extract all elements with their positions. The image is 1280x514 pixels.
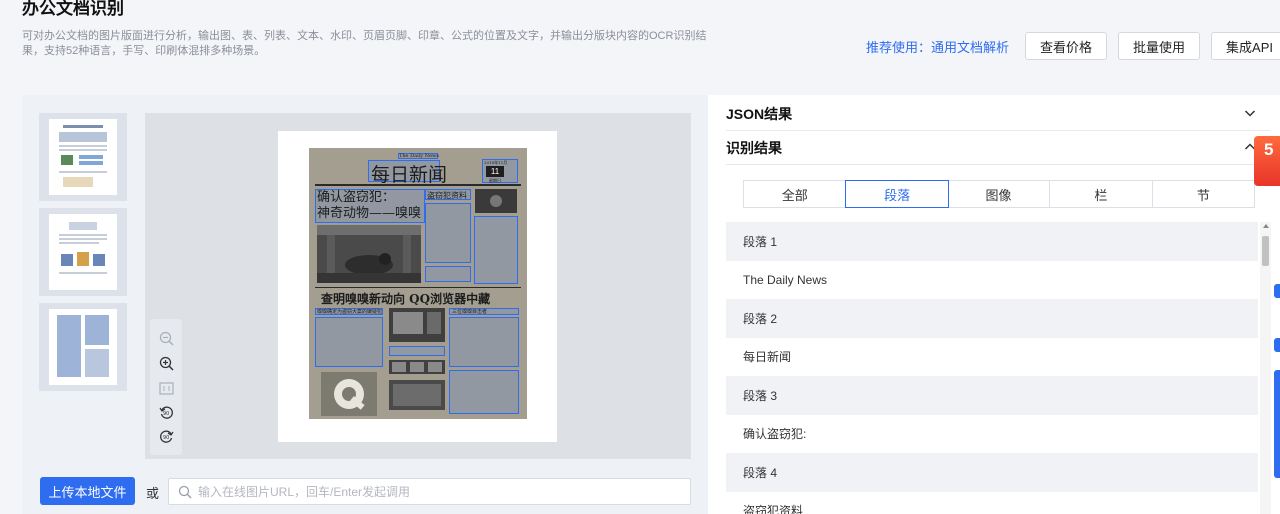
fit-original-icon[interactable] xyxy=(159,381,174,396)
date-day: 11 xyxy=(486,166,504,177)
page-thumbnail-2[interactable] xyxy=(39,208,127,296)
center-strip xyxy=(389,360,445,374)
divider xyxy=(315,287,521,288)
scroll-up-arrow[interactable] xyxy=(1263,224,1269,228)
headline-2: 神奇动物——嗅嗅 xyxy=(317,206,422,221)
paragraph-header: 段落 1 xyxy=(726,222,1258,261)
zoom-in-icon[interactable] xyxy=(159,356,174,371)
sub-title-1: 嗅嗅确定为盗窃大案的嫌疑犯 xyxy=(317,309,383,315)
batch-use-button[interactable]: 批量使用 xyxy=(1118,32,1201,60)
main-photo xyxy=(317,225,421,283)
floating-tool-tab[interactable] xyxy=(1274,338,1280,352)
sub-title-2: 三位嗅嗅目击者 xyxy=(452,309,488,315)
ocr-box xyxy=(389,346,445,356)
svg-text:90: 90 xyxy=(163,435,169,441)
thumbnail-page xyxy=(49,214,117,290)
scrollbar-thumb[interactable] xyxy=(1262,236,1269,266)
paragraph-text: 盗窃犯资料 xyxy=(743,504,804,514)
page-description: 可对办公文档的图片版面进行分析，输出图、表、列表、文本、水印、页眉页脚、印章、公… xyxy=(22,30,707,57)
chevron-down-icon[interactable] xyxy=(1244,107,1256,119)
headline-3: 查明嗅嗅新动向 QQ浏览器中藏 xyxy=(321,292,491,306)
thumbnail-page xyxy=(49,309,117,385)
result-type-tabs: 全部 段落 图像 栏 节 xyxy=(743,180,1255,208)
url-input-box[interactable] xyxy=(168,478,691,505)
thumbnail-page xyxy=(49,119,117,195)
paragraph-header: 段落 3 xyxy=(726,376,1258,415)
header-actions: 推荐使用：通用文档解析 查看价格 批量使用 集成API xyxy=(866,32,1280,60)
ocr-box xyxy=(315,317,383,367)
ocr-box xyxy=(449,317,519,367)
ocr-box xyxy=(449,370,519,414)
recommend-link[interactable]: 通用文档解析 xyxy=(931,40,1009,55)
upload-local-file-button[interactable]: 上传本地文件 xyxy=(40,477,135,505)
ocr-result-section[interactable]: 识别结果 xyxy=(726,131,1270,165)
or-label: 或 xyxy=(146,486,160,501)
result-list: 段落 1 The Daily News 段落 2 每日新闻 段落 3 确认盗窃犯… xyxy=(726,222,1258,514)
page-title: 办公文档识别 xyxy=(22,0,124,18)
document-page: The Daily News 每日新闻 2018年11月 11 星期日 确认盗窃… xyxy=(278,131,557,442)
paragraph-header: 段落 4 xyxy=(726,453,1258,492)
floating-tool-tab[interactable] xyxy=(1274,284,1280,298)
side-title: 盗窃犯资料 xyxy=(427,191,467,200)
zoom-out-icon[interactable] xyxy=(159,331,174,346)
image-viewer[interactable]: The Daily News 每日新闻 2018年11月 11 星期日 确认盗窃… xyxy=(145,113,691,459)
thumbnail-content-1 xyxy=(59,125,107,187)
masthead-cn: 每日新闻 xyxy=(371,164,448,186)
divider xyxy=(315,184,521,186)
rotate-left-icon[interactable]: 90 xyxy=(159,405,174,420)
page-header: 办公文档识别 可对办公文档的图片版面进行分析，输出图、表、列表、文本、水印、页眉… xyxy=(0,0,1280,78)
paragraph-header: 段落 2 xyxy=(726,299,1258,338)
ocr-box xyxy=(425,266,471,282)
headline-1: 确认盗窃犯： xyxy=(317,190,396,205)
tab-section[interactable]: 节 xyxy=(1153,181,1254,207)
rotate-right-icon[interactable]: 90 xyxy=(159,429,174,444)
search-icon xyxy=(178,485,192,498)
json-result-title: JSON结果 xyxy=(726,105,793,122)
tab-column[interactable]: 栏 xyxy=(1050,181,1153,207)
qq-browser-logo xyxy=(321,372,377,416)
center-photo xyxy=(389,308,445,342)
view-price-button[interactable]: 查看价格 xyxy=(1025,32,1108,60)
thumbnail-content-3 xyxy=(57,315,109,377)
masthead-en: The Daily News xyxy=(399,153,439,159)
tab-image[interactable]: 图像 xyxy=(948,181,1051,207)
recommend-text: 推荐使用：通用文档解析 xyxy=(865,39,1009,55)
svg-text:90: 90 xyxy=(163,411,169,417)
ocr-result-title: 识别结果 xyxy=(726,139,782,156)
promo-badge[interactable]: 5 xyxy=(1254,136,1280,186)
ocr-box xyxy=(425,203,471,263)
tab-paragraph[interactable]: 段落 xyxy=(845,180,949,208)
newspaper-image: The Daily News 每日新闻 2018年11月 11 星期日 确认盗窃… xyxy=(309,148,527,419)
floating-contact-tab[interactable] xyxy=(1274,370,1280,478)
page-thumbnail-1[interactable] xyxy=(39,113,127,201)
json-result-section[interactable]: JSON结果 xyxy=(726,97,1270,131)
url-input[interactable] xyxy=(198,484,668,499)
ocr-box xyxy=(474,216,518,284)
page-thumbnail-3[interactable] xyxy=(39,303,127,391)
paragraph-text: 确认盗窃犯: xyxy=(743,427,807,442)
side-photo xyxy=(475,189,517,213)
paragraph-text: The Daily News xyxy=(743,272,828,287)
result-scrollbar[interactable] xyxy=(1260,222,1271,514)
zoom-toolbar: 90 90 xyxy=(150,319,182,455)
thumbnail-content-2 xyxy=(59,222,107,274)
preview-panel: The Daily News 每日新闻 2018年11月 11 星期日 确认盗窃… xyxy=(22,95,708,514)
tab-all[interactable]: 全部 xyxy=(744,181,847,207)
paragraph-text: 每日新闻 xyxy=(743,350,792,365)
center-photo-2 xyxy=(389,380,445,410)
results-panel: JSON结果 识别结果 全部 段落 图像 栏 节 段落 1 The Daily … xyxy=(708,95,1280,514)
integrate-api-button[interactable]: 集成API xyxy=(1211,32,1280,60)
